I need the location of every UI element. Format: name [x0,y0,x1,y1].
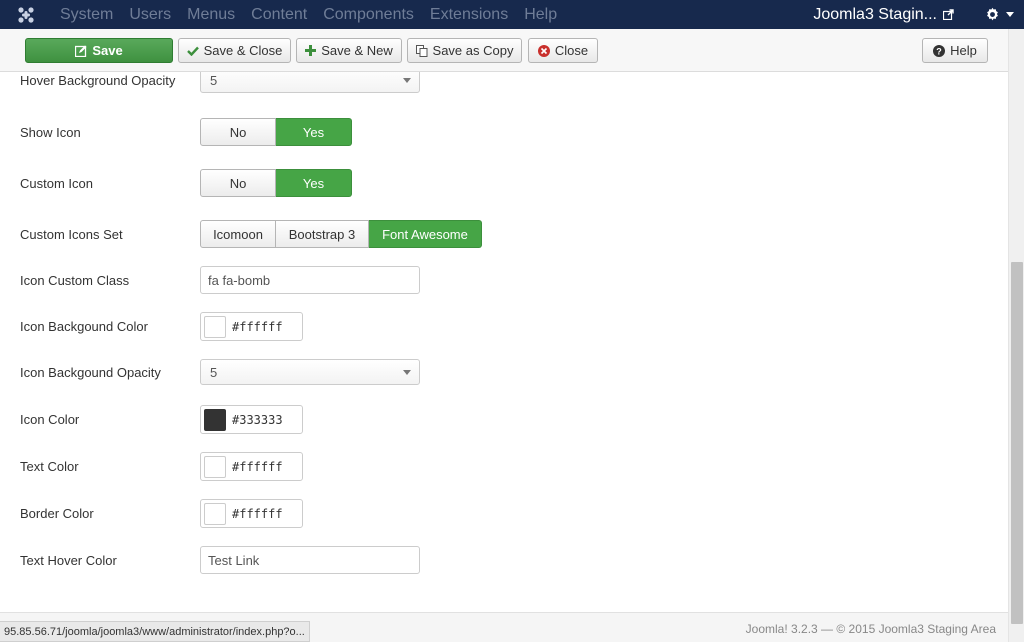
icon-color-value: #333333 [232,412,283,427]
icon-bg-color-value: #ffffff [232,319,283,334]
plus-icon [305,45,317,56]
save-copy-button[interactable]: Save as Copy [407,38,522,63]
icon-bg-color-swatch[interactable] [204,315,226,338]
main-menu: System Users Menus Content Components Ex… [52,0,565,29]
menu-extensions[interactable]: Extensions [422,0,516,29]
caret-down-icon [1005,12,1014,17]
help-label: Help [950,43,977,58]
icon-color-row: Icon Color #333333 [20,405,303,434]
custom-icons-set-label: Custom Icons Set [20,226,123,242]
show-icon-no[interactable]: No [200,118,276,146]
menu-menus[interactable]: Menus [179,0,243,29]
border-color-label: Border Color [20,506,94,521]
toolbar: Save Save & Close Save & New Save as Cop… [0,29,1008,72]
icon-bg-color-row: Icon Backgound Color #ffffff [20,312,303,341]
border-color-swatch[interactable] [204,502,226,525]
text-color-row: Text Color #ffffff [20,452,303,481]
save-close-button[interactable]: Save & Close [178,38,291,63]
chevron-down-icon [403,370,411,375]
save-copy-label: Save as Copy [432,43,514,58]
icon-color-label: Icon Color [20,412,80,427]
text-hover-color-value: Test Link [208,552,260,568]
show-icon-row: Show Icon No Yes [20,118,352,146]
scrollbar-thumb[interactable] [1011,262,1023,624]
show-icon-label: Show Icon [20,124,81,140]
help-button[interactable]: ? Help [922,38,988,63]
border-color-row: Border Color #ffffff [20,499,303,528]
icon-bg-opacity-row: Icon Backgound Opacity 5 [20,359,420,385]
question-icon: ? [933,44,946,57]
custom-icon-yes[interactable]: Yes [276,169,352,197]
edit-icon [75,45,87,57]
close-label: Close [554,43,589,58]
save-close-label: Save & Close [203,43,283,58]
save-button[interactable]: Save [25,38,173,63]
icon-color-swatch[interactable] [204,408,226,431]
status-bar-url: 95.85.56.71/joomla/joomla3/www/administr… [0,621,310,642]
close-button[interactable]: Close [528,38,598,63]
gear-icon [986,7,998,21]
icon-bg-color-label: Icon Backgound Color [20,319,148,334]
form-content: Hover Background Opacity 5 Show Icon No … [0,72,1008,612]
joomla-logo-icon[interactable] [0,0,52,29]
footer-copyright: Joomla! 3.2.3 — © 2015 Joomla3 Staging A… [745,622,996,636]
copy-icon [415,44,428,57]
save-new-label: Save & New [321,43,393,58]
text-hover-color-row: Text Hover Color Test Link [20,546,420,574]
site-name-label: Joomla3 Stagin... [813,5,937,23]
top-navbar: System Users Menus Content Components Ex… [0,0,1024,29]
hover-bg-opacity-value: 5 [210,72,218,88]
site-name-link[interactable]: Joomla3 Stagin... [803,6,960,24]
external-link-icon [943,9,954,20]
chevron-down-icon [403,78,411,83]
custom-icons-set-toggle: Icomoon Bootstrap 3 Font Awesome [200,220,482,248]
scrollbar[interactable] [1008,29,1024,642]
menu-help[interactable]: Help [516,0,565,29]
custom-icon-label: Custom Icon [20,175,93,191]
text-color-label: Text Color [20,459,79,474]
svg-text:?: ? [936,46,942,56]
show-icon-toggle: No Yes [200,118,352,146]
text-hover-color-label: Text Hover Color [20,552,117,568]
icons-set-font-awesome[interactable]: Font Awesome [369,220,482,248]
text-color-swatch[interactable] [204,455,226,478]
icon-bg-color-input[interactable]: #ffffff [200,312,303,341]
icon-bg-opacity-select[interactable]: 5 [200,359,420,385]
hover-bg-opacity-select[interactable]: 5 [200,72,420,93]
menu-system[interactable]: System [52,0,121,29]
menu-content[interactable]: Content [243,0,315,29]
icon-bg-opacity-value: 5 [210,364,218,380]
custom-icons-set-row: Custom Icons Set Icomoon Bootstrap 3 Fon… [20,220,482,248]
icon-color-input[interactable]: #333333 [200,405,303,434]
close-icon [537,44,550,57]
show-icon-yes[interactable]: Yes [276,118,352,146]
check-icon [186,46,199,56]
custom-icon-toggle: No Yes [200,169,352,197]
icon-custom-class-value: fa fa-bomb [208,272,271,288]
icon-bg-opacity-label: Icon Backgound Opacity [20,364,161,380]
navbar-right: Joomla3 Stagin... [803,0,1024,29]
custom-icon-row: Custom Icon No Yes [20,169,352,197]
custom-icon-no[interactable]: No [200,169,276,197]
icons-set-icomoon[interactable]: Icomoon [200,220,276,248]
text-hover-color-input[interactable]: Test Link [200,546,420,574]
text-color-input[interactable]: #ffffff [200,452,303,481]
icon-custom-class-row: Icon Custom Class fa fa-bomb [20,266,420,294]
menu-users[interactable]: Users [121,0,179,29]
save-new-button[interactable]: Save & New [296,38,402,63]
icon-custom-class-input[interactable]: fa fa-bomb [200,266,420,294]
hover-bg-opacity-row: Hover Background Opacity 5 [20,72,420,93]
hover-bg-opacity-label: Hover Background Opacity [20,72,176,88]
settings-dropdown[interactable] [974,0,1024,29]
border-color-value: #ffffff [232,506,283,521]
border-color-input[interactable]: #ffffff [200,499,303,528]
text-color-value: #ffffff [232,459,283,474]
menu-components[interactable]: Components [315,0,422,29]
icons-set-bootstrap[interactable]: Bootstrap 3 [276,220,369,248]
save-label: Save [92,43,123,58]
icon-custom-class-label: Icon Custom Class [20,272,130,288]
